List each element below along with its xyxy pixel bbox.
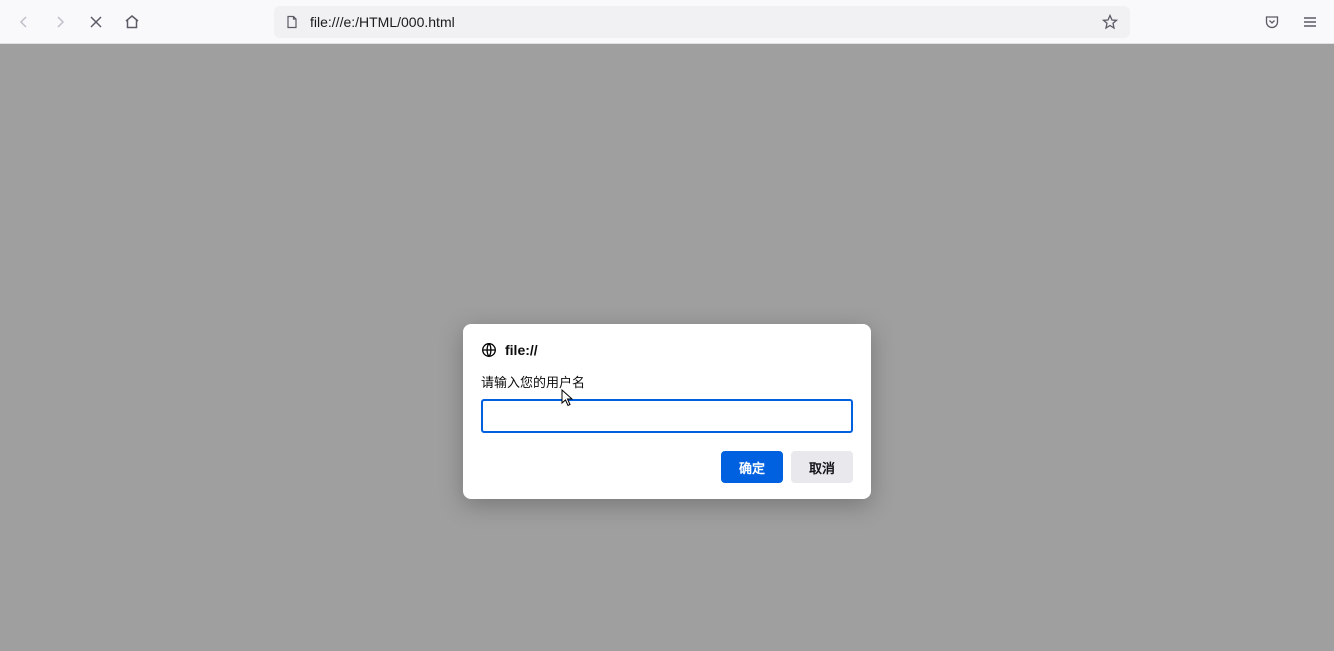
app-menu-button[interactable]: [1296, 8, 1324, 36]
save-to-pocket-button[interactable]: [1258, 8, 1286, 36]
hamburger-icon: [1302, 14, 1318, 30]
dialog-origin-text: file://: [505, 342, 538, 358]
home-icon: [124, 14, 140, 30]
dialog-header: file://: [481, 342, 853, 358]
pocket-icon: [1264, 14, 1280, 30]
dialog-message-text: 请输入您的用户名: [481, 372, 853, 391]
close-icon: [89, 15, 103, 29]
javascript-prompt-dialog: file:// 请输入您的用户名 确定 取消: [463, 324, 871, 499]
home-button[interactable]: [118, 8, 146, 36]
stop-button[interactable]: [82, 8, 110, 36]
arrow-right-icon: [52, 14, 68, 30]
address-url-text: file:///e:/HTML/000.html: [310, 14, 1100, 30]
browser-toolbar: file:///e:/HTML/000.html: [0, 0, 1334, 44]
nav-forward-button: [46, 8, 74, 36]
prompt-input[interactable]: [481, 399, 853, 433]
cancel-button[interactable]: 取消: [791, 451, 853, 483]
globe-icon: [481, 342, 497, 358]
star-icon: [1102, 14, 1118, 30]
arrow-left-icon: [16, 14, 32, 30]
bookmark-button[interactable]: [1100, 12, 1120, 32]
page-viewport: file:// 请输入您的用户名 确定 取消: [0, 44, 1334, 651]
ok-button[interactable]: 确定: [721, 451, 783, 483]
dialog-button-row: 确定 取消: [481, 451, 853, 483]
page-icon: [284, 14, 300, 30]
address-bar[interactable]: file:///e:/HTML/000.html: [274, 6, 1130, 38]
nav-back-button: [10, 8, 38, 36]
